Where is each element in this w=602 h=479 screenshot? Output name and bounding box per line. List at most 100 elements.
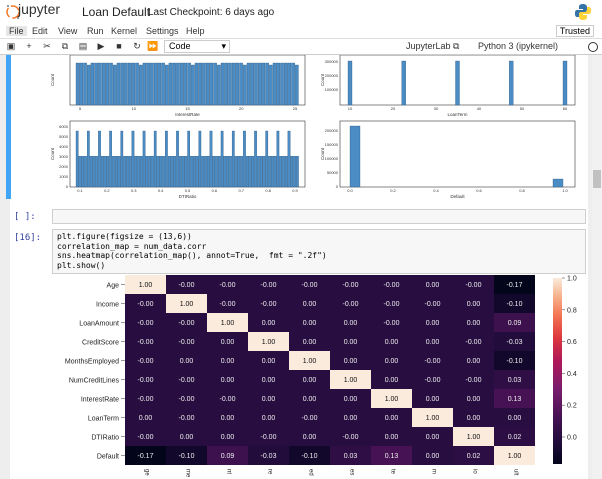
insert-cell-icon[interactable]: + bbox=[22, 40, 36, 52]
dti-ratio-bar bbox=[145, 156, 149, 188]
heatmap-value: 0.00 bbox=[426, 282, 440, 289]
dti-ratio-bar bbox=[245, 156, 249, 188]
dti-ratio-bar bbox=[139, 156, 143, 188]
heatmap-value: 0.00 bbox=[467, 415, 481, 422]
interest-rate-xtick: 10 bbox=[132, 106, 137, 111]
heatmap-col-label: ge bbox=[144, 469, 150, 476]
menu-view[interactable]: View bbox=[58, 26, 77, 36]
jupyterlab-label: JupyterLab bbox=[406, 41, 451, 51]
code-editor[interactable]: plt.figure(figsize = (13,6)) correlation… bbox=[53, 230, 585, 272]
interest-rate-bar bbox=[120, 62, 124, 106]
interest-rate-bar bbox=[246, 62, 251, 106]
interest-rate-bar bbox=[139, 64, 143, 106]
heatmap-value: 0.09 bbox=[508, 320, 522, 327]
dti-ratio-bar bbox=[148, 156, 151, 188]
trusted-indicator[interactable]: Trusted bbox=[555, 25, 594, 37]
heatmap-value: 0.03 bbox=[344, 453, 358, 460]
heatmap-value: -0.10 bbox=[179, 453, 195, 460]
heatmap-value: 0.00 bbox=[221, 358, 235, 365]
restart-icon[interactable]: ↻ bbox=[130, 40, 144, 52]
heatmap-value: 0.03 bbox=[508, 377, 522, 384]
heatmap-value: -0.00 bbox=[220, 282, 236, 289]
dti-ratio-bar bbox=[268, 156, 271, 188]
dti-ratio-bar bbox=[137, 156, 140, 188]
heatmap-col-label: re bbox=[267, 469, 273, 475]
interest-rate-bar bbox=[243, 64, 247, 106]
interest-rate-bar bbox=[261, 62, 266, 106]
heatmap-value: -0.17 bbox=[138, 453, 154, 460]
dti-ratio-bar bbox=[106, 156, 110, 188]
heatmap-row-label: LoanTerm bbox=[88, 416, 119, 423]
dti-ratio-bar bbox=[114, 156, 118, 188]
dti-ratio-bar bbox=[270, 156, 274, 188]
heatmap-value: 0.00 bbox=[344, 396, 358, 403]
dti-ratio-bar bbox=[187, 130, 191, 188]
interest-rate-xtick: 20 bbox=[239, 106, 244, 111]
kernel-status-icon bbox=[588, 42, 598, 52]
interest-rate-bar bbox=[90, 62, 95, 106]
vertical-scrollbar[interactable] bbox=[592, 55, 602, 479]
interest-rate-bar bbox=[176, 62, 180, 106]
interest-rate-bar bbox=[131, 62, 136, 106]
copy-icon[interactable]: ⧉ bbox=[58, 40, 72, 52]
menu-file[interactable]: File bbox=[6, 26, 27, 36]
heatmap-value: -0.00 bbox=[138, 301, 154, 308]
scrollbar-thumb[interactable] bbox=[593, 170, 601, 188]
dti-ratio-bar bbox=[89, 156, 93, 188]
interest-rate-xtick: 15 bbox=[185, 106, 190, 111]
dti-ratio-bar bbox=[237, 156, 241, 188]
interest-rate-bar bbox=[153, 62, 158, 106]
empty-cell-input[interactable] bbox=[52, 209, 586, 224]
code-cell-input[interactable]: plt.figure(figsize = (13,6)) correlation… bbox=[52, 229, 586, 274]
cut-icon[interactable]: ✂ bbox=[40, 40, 54, 52]
interest-rate-bar bbox=[168, 62, 173, 106]
save-icon[interactable]: ▣ bbox=[4, 40, 18, 52]
notebook-title[interactable]: Loan Default bbox=[82, 5, 150, 19]
loan-term-xtick: 50 bbox=[520, 106, 525, 111]
dti-ratio-bar bbox=[128, 156, 132, 188]
loan-term-bar bbox=[562, 60, 568, 106]
stop-icon[interactable]: ■ bbox=[112, 40, 126, 52]
menu-run[interactable]: Run bbox=[87, 26, 104, 36]
heatmap-output: Age 1.00 -0.00 -0.00 -0.00 -0.00 -0.00 -0.00 0.0… bbox=[65, 275, 577, 478]
fast-forward-icon[interactable]: ⏩ bbox=[146, 40, 160, 52]
dti-ratio-ytick: 2000 bbox=[59, 164, 69, 169]
jupyterlab-link[interactable]: JupyterLab ⧉ bbox=[406, 41, 459, 52]
heatmap-value: 0.00 bbox=[262, 415, 276, 422]
interest-rate-bar bbox=[98, 62, 102, 106]
run-icon[interactable]: ▶ bbox=[94, 40, 108, 52]
menu-edit[interactable]: Edit bbox=[32, 26, 48, 36]
heatmap-value: 0.00 bbox=[344, 415, 358, 422]
menu-settings[interactable]: Settings bbox=[146, 26, 179, 36]
heatmap-value: -0.03 bbox=[507, 339, 523, 346]
code-cell-prompt: [16]: bbox=[14, 233, 42, 243]
paste-icon[interactable]: ▤ bbox=[76, 40, 90, 52]
menu-help[interactable]: Help bbox=[186, 26, 205, 36]
heatmap-value: 0.00 bbox=[303, 434, 317, 441]
heatmap-value: 1.00 bbox=[139, 282, 153, 289]
heatmap-value: 0.00 bbox=[467, 396, 481, 403]
heatmap-value: 0.00 bbox=[508, 415, 522, 422]
heatmap-value: -0.00 bbox=[466, 377, 482, 384]
kernel-name[interactable]: Python 3 (ipykernel) bbox=[478, 41, 558, 51]
dti-ratio-bar bbox=[126, 156, 129, 188]
dti-ratio-bar bbox=[184, 156, 188, 188]
interest-rate-bar bbox=[83, 62, 87, 106]
code-line-4: plt.show() bbox=[57, 260, 106, 270]
interest-rate-bar bbox=[94, 62, 98, 106]
dti-ratio-bar bbox=[231, 130, 235, 188]
heatmap-value: -0.00 bbox=[466, 282, 482, 289]
heatmap-value: -0.00 bbox=[179, 339, 195, 346]
menu-kernel[interactable]: Kernel bbox=[111, 26, 137, 36]
dti-ratio-ytick: 3000 bbox=[59, 154, 69, 159]
dti-ratio-bar bbox=[176, 130, 179, 188]
interest-rate-bar bbox=[202, 62, 206, 106]
dti-ratio-bar bbox=[290, 156, 294, 188]
dti-ratio-xtick: 0.5 bbox=[185, 188, 191, 193]
dti-ratio-bar bbox=[112, 156, 115, 188]
loan-term-ytick: 200000 bbox=[325, 73, 339, 78]
cell-type-select[interactable]: Code ▾ bbox=[164, 40, 230, 53]
code-line-2: correlation_map = num_data.corr bbox=[57, 241, 207, 251]
toolbar: ▣ + ✂ ⧉ ▤ ▶ ■ ↻ ⏩ Code ▾ JupyterLab ⧉ Py… bbox=[0, 39, 602, 55]
dti-ratio-bar bbox=[251, 156, 255, 188]
